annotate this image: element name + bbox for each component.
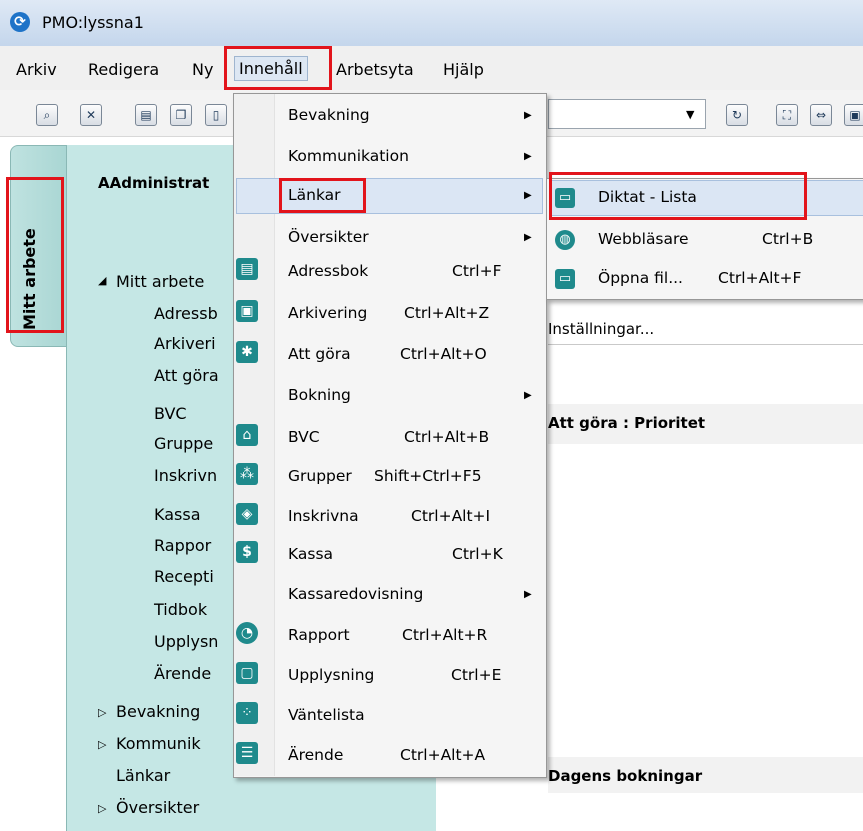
open-file-icon: ▭ — [555, 269, 575, 289]
copy-icon[interactable]: ❐ — [170, 104, 192, 126]
shortcut-arende: Ctrl+Alt+A — [400, 746, 486, 764]
tree-item-oversikter[interactable]: Översikter — [116, 798, 199, 817]
globe-icon: ◍ — [555, 230, 575, 250]
menu-item-vantelista[interactable]: Väntelista — [288, 706, 365, 724]
preview-icon[interactable]: ⌕ — [36, 104, 58, 126]
shortcut-upplysning: Ctrl+E — [451, 666, 502, 684]
groups-icon: ⁂ — [236, 463, 258, 485]
expand-arrow-icon[interactable]: ◢ — [98, 274, 106, 287]
menu-item-bokning[interactable]: Bokning — [288, 386, 351, 404]
menu-item-oversikter[interactable]: Översikter — [288, 228, 369, 246]
address-book-icon: ▤ — [236, 258, 258, 280]
tree-item-arende[interactable]: Ärende — [154, 664, 211, 683]
shortcut-inskrivna: Ctrl+Alt+I — [411, 507, 491, 525]
submenu-item-webblasare[interactable]: Webbläsare — [598, 230, 689, 248]
shortcut-att-gora: Ctrl+Alt+O — [400, 345, 487, 363]
shortcut-arkivering: Ctrl+Alt+Z — [404, 304, 490, 322]
shortcut-bvc: Ctrl+Alt+B — [404, 428, 490, 446]
submenu-item-oppna-fil[interactable]: Öppna fil... — [598, 269, 683, 287]
tree-item-adressbok[interactable]: Adressb — [154, 304, 218, 323]
print-icon[interactable]: ▤ — [135, 104, 157, 126]
divider — [548, 344, 863, 345]
nav-panel-title: AAdministrat — [98, 174, 210, 192]
menu-ny[interactable]: Ny — [192, 60, 213, 79]
section-header-dagens-bokningar: Dagens bokningar — [548, 757, 863, 793]
submenu-arrow-icon: ▶ — [524, 151, 532, 162]
menu-item-upplysning[interactable]: Upplysning — [288, 666, 374, 684]
submenu-arrow-icon: ▶ — [524, 110, 532, 121]
menu-item-kassaredovisning[interactable]: Kassaredovisning — [288, 585, 423, 603]
todo-star-icon: ✱ — [236, 341, 258, 363]
enrolled-icon: ◈ — [236, 503, 258, 525]
tree-item-kassa[interactable]: Kassa — [154, 505, 201, 524]
tree-item-bvc[interactable]: BVC — [154, 404, 187, 423]
tree-item-kommunikation[interactable]: Kommunik — [116, 734, 201, 753]
annotation-box-lankar — [279, 178, 366, 213]
submenu-arrow-icon: ▶ — [524, 190, 532, 201]
tree-item-inskrivna[interactable]: Inskrivn — [154, 466, 217, 485]
collapse-arrow-icon[interactable]: ▷ — [98, 802, 106, 815]
menu-item-inskrivna[interactable]: Inskrivna — [288, 507, 359, 525]
tree-item-lankar[interactable]: Länkar — [116, 766, 170, 785]
annotation-box-mitt-arbete — [6, 177, 64, 333]
menu-item-arende[interactable]: Ärende — [288, 746, 343, 764]
waiting-list-icon: ⁘ — [236, 702, 258, 724]
tree-item-bevakning[interactable]: Bevakning — [116, 702, 200, 721]
section-header-att-gora: Att göra : Prioritet — [548, 404, 863, 444]
shortcut-rapport: Ctrl+Alt+R — [402, 626, 488, 644]
refresh-icon[interactable]: ↻ — [726, 104, 748, 126]
menu-item-bvc[interactable]: BVC — [288, 428, 320, 446]
menu-item-adressbok[interactable]: Adressbok — [288, 262, 368, 280]
close-doc-icon[interactable]: ✕ — [80, 104, 102, 126]
tree-item-reception[interactable]: Recepti — [154, 567, 214, 586]
settings-link[interactable]: Inställningar... — [548, 320, 654, 338]
fit-window-icon[interactable]: ⛶ — [776, 104, 798, 126]
menu-item-rapport[interactable]: Rapport — [288, 626, 350, 644]
menu-arbetsyta[interactable]: Arbetsyta — [336, 60, 414, 79]
submenu-arrow-icon: ▶ — [524, 390, 532, 401]
menu-item-arkivering[interactable]: Arkivering — [288, 304, 367, 322]
tree-item-rapport[interactable]: Rappor — [154, 536, 211, 555]
shortcut-webblasare: Ctrl+B — [762, 230, 814, 248]
menu-item-bevakning[interactable]: Bevakning — [288, 106, 370, 124]
chevron-down-icon[interactable]: ▼ — [686, 108, 694, 121]
shortcut-kassa: Ctrl+K — [452, 545, 503, 563]
collapse-arrow-icon[interactable]: ▷ — [98, 706, 106, 719]
app-logo-icon: ⟳ — [10, 12, 30, 32]
menu-item-att-gora[interactable]: Att göra — [288, 345, 351, 363]
toolbar-combobox[interactable] — [548, 99, 706, 129]
home-icon: ⌂ — [236, 424, 258, 446]
collapse-arrow-icon[interactable]: ▷ — [98, 738, 106, 751]
tree-item-att-gora[interactable]: Att göra — [154, 366, 219, 385]
list-icon: ☰ — [236, 742, 258, 764]
menu-item-grupper[interactable]: Grupper — [288, 467, 352, 485]
menu-redigera[interactable]: Redigera — [88, 60, 159, 79]
info-panel-icon: ▢ — [236, 662, 258, 684]
submenu-arrow-icon: ▶ — [524, 232, 532, 243]
tree-item-tidbok[interactable]: Tidbok — [154, 600, 207, 619]
page-icon[interactable]: ▯ — [205, 104, 227, 126]
menu-hjalp[interactable]: Hjälp — [443, 60, 484, 79]
shortcut-grupper: Shift+Ctrl+F5 — [374, 467, 482, 485]
menu-item-kassa[interactable]: Kassa — [288, 545, 333, 563]
tree-root-mitt-arbete[interactable]: Mitt arbete — [116, 272, 204, 291]
window-title: PMO:lyssna1 — [42, 13, 144, 32]
tree-item-arkivering[interactable]: Arkiveri — [154, 334, 216, 353]
annotation-box-innehall — [224, 46, 332, 90]
shortcut-oppna-fil: Ctrl+Alt+F — [718, 269, 802, 287]
dollar-icon: $ — [236, 541, 258, 563]
resize-icon[interactable]: ⇔ — [810, 104, 832, 126]
menu-arkiv[interactable]: Arkiv — [16, 60, 57, 79]
shortcut-adressbok: Ctrl+F — [452, 262, 502, 280]
more-tools-icon[interactable]: ▣ — [844, 104, 863, 126]
annotation-box-diktat-lista — [549, 172, 807, 220]
menu-item-kommunikation[interactable]: Kommunikation — [288, 147, 409, 165]
tree-item-grupper[interactable]: Gruppe — [154, 434, 213, 453]
report-pie-icon: ◔ — [236, 622, 258, 644]
archive-icon: ▣ — [236, 300, 258, 322]
tree-item-upplysning[interactable]: Upplysn — [154, 632, 218, 651]
submenu-arrow-icon: ▶ — [524, 589, 532, 600]
